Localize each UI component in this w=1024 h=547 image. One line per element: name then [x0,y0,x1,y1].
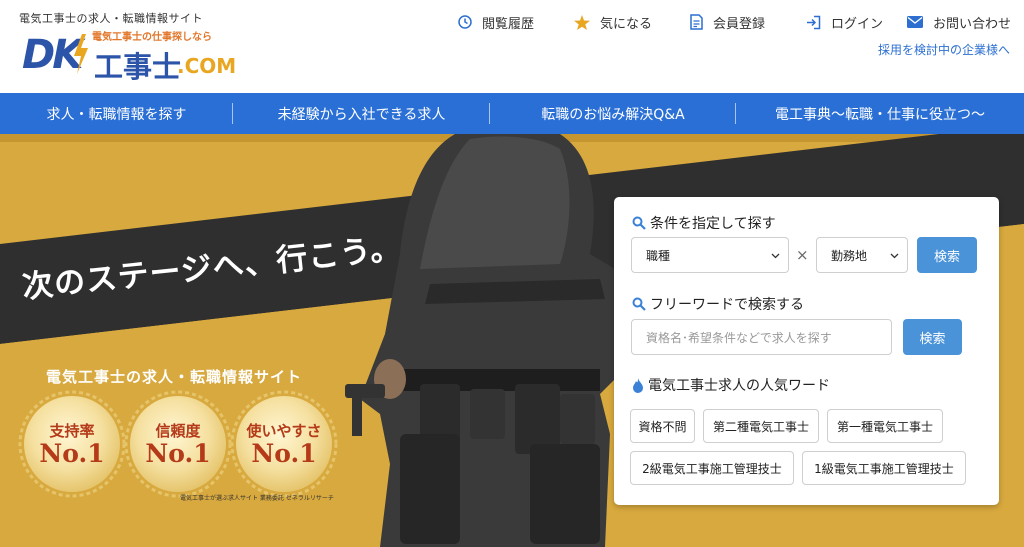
site-logo[interactable]: DK 電気工事士の仕事探しなら 工事士 .COM [22,28,252,84]
popular-tag[interactable]: 1級電気工事施工管理技士 [802,451,966,485]
main-nav-jobs[interactable]: 求人・転職情報を探す [0,93,233,134]
popular-tag[interactable]: 資格不問 [630,409,695,443]
hero-subtitle: 電気工事士の求人・転職情報サイト [46,368,303,386]
condition-search-heading: 条件を指定して探す [632,213,776,233]
condition-search-heading-text: 条件を指定して探す [650,216,776,232]
mail-icon [907,16,923,28]
nav-register[interactable]: 会員登録 [690,12,765,32]
freeword-search-input[interactable]: 資格名･希望条件などで求人を探す [631,319,892,355]
popular-words-heading-text: 電気工事士求人の人気ワード [648,378,830,394]
star-icon [574,14,590,30]
site-header: 電気工事士の求人・転職情報サイト DK 電気工事士の仕事探しなら 工事士 .CO… [0,0,1024,93]
job-type-select[interactable]: 職種 [631,237,789,273]
freeword-search-heading-text: フリーワードで検索する [650,297,804,313]
popular-words-heading: 電気工事士求人の人気ワード [632,375,830,395]
search-icon [632,216,646,230]
award-badge-support: 支持率 No.1 [24,396,120,492]
main-nav: 求人・転職情報を探す 未経験から入社できる求人 転職のお悩み解決Q&A 電工事典… [0,93,1024,134]
nav-login-label: ログイン [831,16,884,32]
search-panel: 条件を指定して探す 職種 × 勤務地 検索 フリーワードで検索する 資格名･希望… [614,197,999,505]
award-badge-trust: 信頼度 No.1 [130,396,226,492]
popular-tag[interactable]: 第二種電気工事士 [703,409,819,443]
award-badge-rank: No.1 [251,439,317,468]
main-nav-dictionary-label: 電工事典〜転職・仕事に役立つ〜 [775,106,985,123]
main-nav-inexperienced-label: 未経験から入社できる求人 [277,106,446,123]
popular-tag[interactable]: 第一種電気工事士 [827,409,943,443]
award-badge-rank: No.1 [145,439,211,468]
nav-contact-label: お問い合わせ [933,16,1012,32]
document-icon [690,14,703,30]
clock-icon [458,15,472,29]
main-nav-jobs-label: 求人・転職情報を探す [46,106,187,123]
nav-history-label: 閲覧履歴 [482,16,535,32]
award-badge-label: 支持率 [49,422,95,440]
main-nav-dictionary[interactable]: 電工事典〜転職・仕事に役立つ〜 [736,93,1024,134]
freeword-search-button[interactable]: 検索 [903,319,962,355]
nav-favorites-label: 気になる [600,16,653,32]
chevron-down-icon [890,253,899,259]
login-icon [807,15,821,29]
job-type-select-value: 職種 [646,248,671,263]
chevron-down-icon [771,253,780,259]
nav-favorites[interactable]: 気になる [574,12,652,32]
popular-tag[interactable]: 2級電気工事施工管理技士 [630,451,794,485]
recruiter-link[interactable]: 採用を検討中の企業様へ [878,41,1010,58]
award-badge-label: 信頼度 [155,422,201,440]
award-badge-usability: 使いやすさ No.1 [236,396,332,492]
flame-icon [633,377,643,393]
lightning-bolt-icon [74,34,88,74]
logo-domain: .COM [177,54,237,78]
logo-subtitle: 電気工事士の仕事探しなら [92,32,212,43]
nav-login[interactable]: ログイン [806,12,883,32]
nav-contact[interactable]: お問い合わせ [907,12,1011,32]
times-separator: × [796,246,809,264]
award-badge-label: 使いやすさ [246,422,322,440]
freeword-search-heading: フリーワードで検索する [632,294,804,314]
award-footnote: 電気工事士が選ぶ求人サイト 業務委託 ゼネラルリサーチ [180,495,334,502]
logo-main-text: 工事士 [94,50,182,84]
main-nav-qa-label: 転職のお悩み解決Q&A [541,106,685,123]
main-nav-inexperienced[interactable]: 未経験から入社できる求人 [233,93,490,134]
site-tagline: 電気工事士の求人・転職情報サイト [19,12,203,25]
search-icon [632,297,646,311]
location-select-value: 勤務地 [831,248,868,263]
freeword-search-placeholder: 資格名･希望条件などで求人を探す [646,330,832,345]
condition-search-button[interactable]: 検索 [917,237,977,273]
nav-history[interactable]: 閲覧履歴 [458,12,534,32]
award-badge-rank: No.1 [39,439,105,468]
nav-register-label: 会員登録 [713,16,766,32]
main-nav-qa[interactable]: 転職のお悩み解決Q&A [490,93,736,134]
location-select[interactable]: 勤務地 [816,237,908,273]
